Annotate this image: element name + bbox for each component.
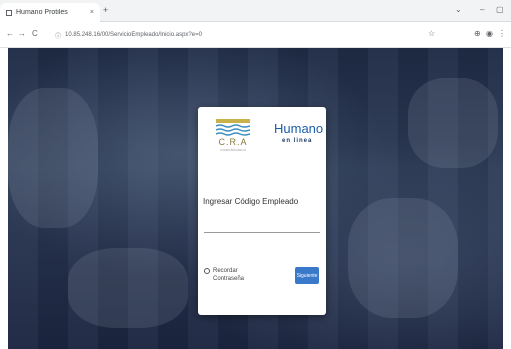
employee-code-input[interactable] (204, 217, 320, 233)
background-person-shape (408, 78, 498, 168)
next-button[interactable]: Siguiente (295, 267, 319, 284)
remember-label-line-1: Recordar (213, 268, 238, 274)
maximize-button[interactable]: ▢ (496, 5, 504, 14)
profile-icon[interactable]: ◉ (486, 29, 493, 38)
menu-icon[interactable]: ⋮ (498, 29, 506, 38)
bookmark-star-icon[interactable]: ☆ (428, 29, 435, 38)
humano-logo: Humano en linea (274, 121, 324, 155)
login-card: C.R.A COMPAÑÍA RIEGO Humano en linea Ing… (198, 107, 326, 315)
humano-logo-sub: en linea (282, 138, 313, 144)
new-tab-button[interactable]: + (103, 5, 108, 15)
tab-close-icon[interactable]: × (90, 9, 94, 16)
tab-favicon-icon (6, 9, 12, 16)
background-arm-shape (8, 88, 98, 228)
page-background: C.R.A COMPAÑÍA RIEGO Humano en linea Ing… (8, 48, 503, 349)
back-button[interactable]: ← (6, 29, 14, 38)
reload-button[interactable]: C (32, 29, 38, 38)
humano-logo-main: Humano (274, 121, 324, 136)
cra-wave-icon (215, 119, 251, 136)
remember-password-option[interactable]: Recordar Contraseña (204, 267, 264, 283)
cra-logo-subtext: COMPAÑÍA RIEGO (219, 148, 247, 152)
tab-title: Humano Protiles (16, 9, 68, 16)
minimize-button[interactable]: – (480, 5, 484, 14)
forward-button[interactable]: → (18, 29, 26, 38)
browser-tab-bar: Humano Protiles × + ⌄ – ▢ (0, 0, 511, 22)
address-bar[interactable]: ⓘ 10.85.248.16/00/ServicioEmpleado/Inici… (55, 27, 385, 43)
tab-search-icon[interactable]: ⌄ (455, 5, 462, 14)
remember-checkbox[interactable] (204, 268, 210, 274)
cra-logo-text: C.R.A (218, 137, 248, 147)
employee-code-label: Ingresar Código Empleado (203, 197, 299, 206)
remember-label: Recordar Contraseña (213, 267, 244, 283)
info-icon[interactable]: ⓘ (55, 31, 61, 40)
browser-tab[interactable]: Humano Protiles × (0, 3, 100, 22)
background-laptop-shape (348, 198, 458, 318)
background-hand-shape (68, 248, 188, 328)
extensions-icon[interactable]: ⊕ (474, 29, 481, 38)
remember-label-line-2: Contraseña (213, 276, 245, 282)
url-text: 10.85.248.16/00/ServicioEmpleado/Inicio.… (65, 32, 202, 38)
cra-logo: C.R.A COMPAÑÍA RIEGO (215, 119, 251, 159)
browser-toolbar: ← → C ⓘ 10.85.248.16/00/ServicioEmpleado… (0, 22, 511, 48)
